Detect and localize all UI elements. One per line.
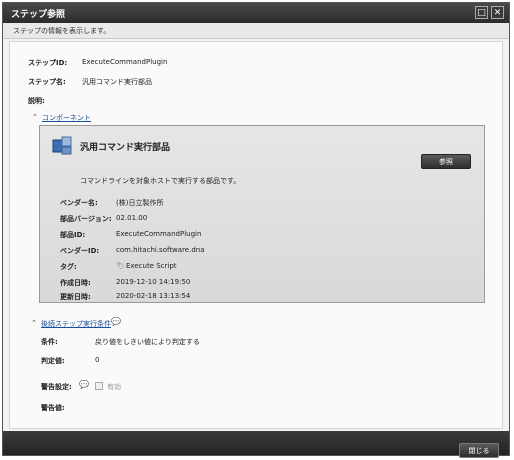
created-at-value: 2019-12-10 14:19:50	[116, 278, 191, 286]
close-icon[interactable]: ✕	[491, 6, 504, 19]
updated-at-value: 2020-02-18 13:13:54	[116, 292, 191, 300]
component-section-link[interactable]: コンポーネント	[42, 113, 91, 123]
created-at-label: 作成日時:	[60, 279, 91, 287]
vendor-name-label: ベンダー名:	[60, 199, 98, 207]
title-bar: ステップ参照 □ ✕	[3, 3, 509, 23]
dialog-title: ステップ参照	[11, 10, 66, 20]
threshold-label: 判定値:	[41, 357, 65, 365]
vendor-id-value: com.hitachi.software.dna	[116, 246, 205, 254]
vendor-id-label: ベンダーID:	[60, 247, 100, 255]
warning-enabled-checkbox[interactable]	[95, 382, 103, 390]
close-button[interactable]: 閉じる	[459, 443, 499, 458]
component-icon	[52, 136, 72, 155]
warning-enabled-label: 有効	[107, 383, 121, 391]
footer-bar	[3, 431, 509, 455]
component-description: コマンドラインを対象ホストで実行する部品です。	[80, 177, 241, 185]
step-name-label: ステップ名:	[28, 78, 66, 86]
tag-label: タグ:	[60, 263, 77, 271]
step-id-label: ステップID:	[28, 59, 68, 67]
condition-label: 条件:	[41, 338, 58, 346]
subheader: ステップの情報を表示します。	[3, 23, 509, 39]
collapse-up-icon[interactable]: ⌃	[31, 319, 37, 327]
condition-value: 戻り値をしきい値により判定する	[95, 338, 200, 346]
component-version-value: 02.01.00	[116, 214, 148, 222]
component-title: 汎用コマンド実行部品	[80, 143, 171, 153]
warning-value-label: 警告値:	[41, 404, 65, 412]
comment-icon: 💬	[79, 380, 89, 389]
vendor-name-value: (株)日立製作所	[116, 199, 164, 207]
step-reference-dialog: ステップ参照 □ ✕ ステップの情報を表示します。 ステップID: Execut…	[2, 2, 510, 458]
comment-icon: 💬	[111, 317, 121, 326]
step-name-value: 汎用コマンド実行部品	[82, 78, 152, 86]
step-id-value: ExecuteCommandPlugin	[82, 58, 168, 66]
updated-at-label: 更新日時:	[60, 293, 91, 301]
reference-button[interactable]: 参照	[421, 154, 471, 169]
tag-icon: 🏷	[116, 262, 125, 270]
component-id-value: ExecuteCommandPlugin	[116, 230, 202, 238]
tag-value: Execute Script	[126, 262, 177, 270]
component-panel: 汎用コマンド実行部品 コマンドラインを対象ホストで実行する部品です。 ベンダー名…	[39, 125, 485, 303]
collapse-up-icon[interactable]: ⌃	[32, 113, 38, 121]
component-version-label: 部品バージョン:	[60, 215, 112, 223]
step-description-label: 説明:	[28, 97, 45, 105]
dialog-subtitle: ステップの情報を表示します。	[13, 27, 111, 35]
warning-setting-label: 警告設定:	[41, 383, 72, 391]
maximize-icon[interactable]: □	[475, 6, 488, 19]
next-step-condition-link[interactable]: 後続ステップ実行条件	[41, 319, 111, 329]
component-id-label: 部品ID:	[60, 231, 86, 239]
threshold-value: 0	[95, 356, 100, 364]
